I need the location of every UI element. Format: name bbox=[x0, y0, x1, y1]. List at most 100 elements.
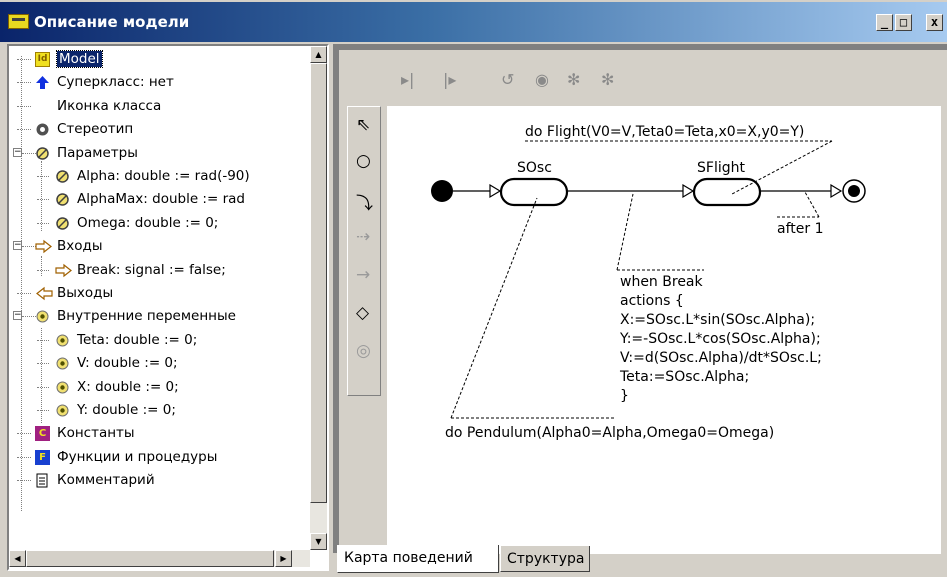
scroll-left-button[interactable]: ◀ bbox=[9, 550, 26, 567]
code-line-7: } bbox=[620, 388, 629, 404]
tree-item[interactable]: Alpha: double := rad(-90) bbox=[9, 165, 309, 187]
tree-item-label: Выходы bbox=[57, 285, 114, 301]
variable-icon bbox=[55, 333, 70, 348]
model-tree: Id Model Суперкласс: нет Иконка класса Стере… bbox=[7, 44, 329, 571]
tree-item[interactable]: Teta: double := 0; bbox=[9, 329, 309, 351]
tree-item[interactable]: Стереотип bbox=[9, 118, 309, 140]
transition-code: when Break actions { X:=SOsc.L*sin(SOsc.… bbox=[619, 274, 826, 404]
variable-icon bbox=[55, 356, 70, 371]
state-diagram: SOsc SFlight do Flight(V0=V,Teta0=Teta,x… bbox=[431, 124, 866, 441]
pointer-tool-icon[interactable]: ⇖ bbox=[356, 115, 370, 135]
state-sosc-label: SOsc bbox=[517, 160, 552, 176]
variable-icon bbox=[55, 380, 70, 395]
arrowhead-1 bbox=[489, 183, 502, 199]
tree-horizontal-scrollbar[interactable]: ◀ ▶ bbox=[9, 550, 310, 567]
state-sflight[interactable] bbox=[692, 177, 762, 207]
tree-item[interactable]: V: double := 0; bbox=[9, 352, 309, 374]
code-line-4: Y:=-SOsc.L*cos(SOsc.Alpha); bbox=[619, 331, 821, 347]
arrow-tool-icon[interactable]: → bbox=[356, 265, 370, 285]
tab-behavior-map[interactable]: Карта поведений bbox=[337, 545, 499, 573]
tree-item[interactable]: Комментарий bbox=[9, 469, 309, 491]
tree-item-label: Комментарий bbox=[57, 472, 155, 489]
tab-structure[interactable]: Структура bbox=[500, 546, 590, 572]
final-state-tool-icon[interactable]: ◎ bbox=[356, 341, 371, 361]
scroll-up-button[interactable]: ▲ bbox=[310, 46, 327, 63]
tree-item[interactable]: − Внутренние переменные bbox=[9, 305, 309, 327]
pendulum-action-label: do Pendulum(Alpha0=Alpha,Omega0=Omega) bbox=[445, 425, 774, 441]
parameter-icon bbox=[55, 169, 70, 184]
tree-item-label: Omega: double := 0; bbox=[77, 214, 219, 231]
tree-item[interactable]: − Параметры bbox=[9, 142, 309, 164]
input-arrow-icon bbox=[35, 239, 52, 254]
minimize-button[interactable]: _ bbox=[876, 14, 893, 31]
parameter-icon bbox=[55, 216, 70, 231]
output-arrow-icon bbox=[35, 286, 53, 301]
tree-item-label: X: double := 0; bbox=[77, 378, 179, 395]
scroll-down-button[interactable]: ▼ bbox=[310, 533, 327, 550]
tree-item[interactable]: − Входы bbox=[9, 235, 309, 257]
code-line-6: Teta:=SOsc.Alpha; bbox=[619, 369, 749, 385]
tree-item[interactable]: Иконка класса bbox=[9, 95, 309, 117]
run-icon[interactable]: |▸ bbox=[443, 70, 456, 89]
tree-item-label: Константы bbox=[57, 425, 135, 442]
code-line-5: V:=d(SOsc.Alpha)/dt*SOsc.L; bbox=[620, 350, 822, 366]
tree-item-label: V: double := 0; bbox=[77, 355, 178, 372]
tree-item[interactable]: X: double := 0; bbox=[9, 376, 309, 398]
tree-item[interactable]: Y: double := 0; bbox=[9, 399, 309, 421]
parameter-icon bbox=[55, 192, 70, 207]
variable-icon bbox=[35, 309, 50, 324]
state-tool-icon[interactable]: ○ bbox=[356, 151, 371, 171]
scroll-right-button[interactable]: ▶ bbox=[275, 550, 292, 567]
tree-item-label: AlphaMax: double := rad bbox=[77, 191, 245, 208]
behavior-editor-pane: ▸| |▸ ↺ ◉ ✻ ✻ ⇖ ○ ⤵ ⇢ → ◇ ◎ SOsc SFlight… bbox=[333, 44, 947, 554]
title-bar[interactable]: Описание модели _ □ x bbox=[0, 2, 947, 42]
initial-state[interactable] bbox=[431, 180, 453, 202]
tree-item-label: Alpha: double := rad(-90) bbox=[77, 168, 250, 184]
maximize-button[interactable]: □ bbox=[895, 14, 912, 31]
id-badge-icon: Id bbox=[35, 52, 50, 67]
decision-tool-icon[interactable]: ◇ bbox=[356, 303, 369, 323]
model-description-window: Описание модели _ □ x Id Model Суперкласс:… bbox=[0, 0, 947, 577]
tree-item-label: Функции и процедуры bbox=[57, 448, 218, 465]
tree-item[interactable]: Omega: double := 0; bbox=[9, 212, 309, 234]
input-arrow-icon bbox=[55, 263, 72, 278]
tree-item[interactable]: Break: signal := false; bbox=[9, 259, 309, 281]
transition-tool-icon[interactable]: ⤵ bbox=[356, 189, 373, 214]
window-title: Описание модели bbox=[34, 13, 190, 31]
split-transition-icon[interactable]: ⇢ bbox=[356, 227, 370, 247]
parameter-icon bbox=[35, 146, 50, 161]
hscroll-thumb[interactable] bbox=[26, 550, 274, 567]
tree-item-label: Иконка класса bbox=[57, 97, 162, 114]
state-diagram-canvas[interactable]: SOsc SFlight do Flight(V0=V,Teta0=Teta,x… bbox=[387, 106, 941, 554]
tree-item[interactable]: AlphaMax: double := rad bbox=[9, 188, 309, 210]
flight-action-label: do Flight(V0=V,Teta0=Teta,x0=X,y0=Y) bbox=[525, 124, 804, 140]
tree-item[interactable]: Выходы bbox=[9, 282, 309, 304]
scroll-thumb[interactable] bbox=[310, 63, 327, 503]
tree-item-label: Model bbox=[56, 50, 103, 68]
close-button[interactable]: x bbox=[926, 14, 943, 31]
document-icon bbox=[35, 473, 50, 488]
reset-icon[interactable]: ↺ bbox=[501, 70, 514, 89]
state-sosc[interactable] bbox=[499, 177, 569, 207]
tree-item-label: Стереотип bbox=[57, 121, 134, 138]
tree-item-label: Teta: double := 0; bbox=[77, 331, 198, 348]
tree-item-label: Суперкласс: нет bbox=[57, 74, 174, 91]
arrowhead-2 bbox=[682, 183, 695, 199]
tree-item[interactable]: C Константы bbox=[9, 422, 309, 444]
record-icon[interactable]: ◉ bbox=[535, 70, 549, 89]
arrowhead-3 bbox=[830, 183, 843, 199]
settings-gear-2-icon[interactable]: ✻ bbox=[601, 70, 614, 89]
tree-item-label: Break: signal := false; bbox=[77, 261, 226, 278]
after-label: after 1 bbox=[777, 221, 823, 237]
blank-icon bbox=[35, 99, 50, 114]
view-tabs: Карта поведений Структура bbox=[337, 545, 947, 577]
tree-vertical-scrollbar[interactable]: ▲ ▼ bbox=[310, 46, 327, 550]
tree-item[interactable]: Суперкласс: нет bbox=[9, 71, 309, 93]
code-line-1: when Break bbox=[620, 274, 704, 290]
settings-gear-icon[interactable]: ✻ bbox=[567, 70, 580, 89]
step-icon[interactable]: ▸| bbox=[401, 70, 414, 89]
tree-item-label: Внутренние переменные bbox=[57, 308, 236, 325]
tree-item[interactable]: Id Model bbox=[9, 48, 309, 70]
tree-item[interactable]: F Функции и процедуры bbox=[9, 446, 309, 468]
diagram-tool-palette: ⇖ ○ ⤵ ⇢ → ◇ ◎ bbox=[347, 106, 381, 396]
